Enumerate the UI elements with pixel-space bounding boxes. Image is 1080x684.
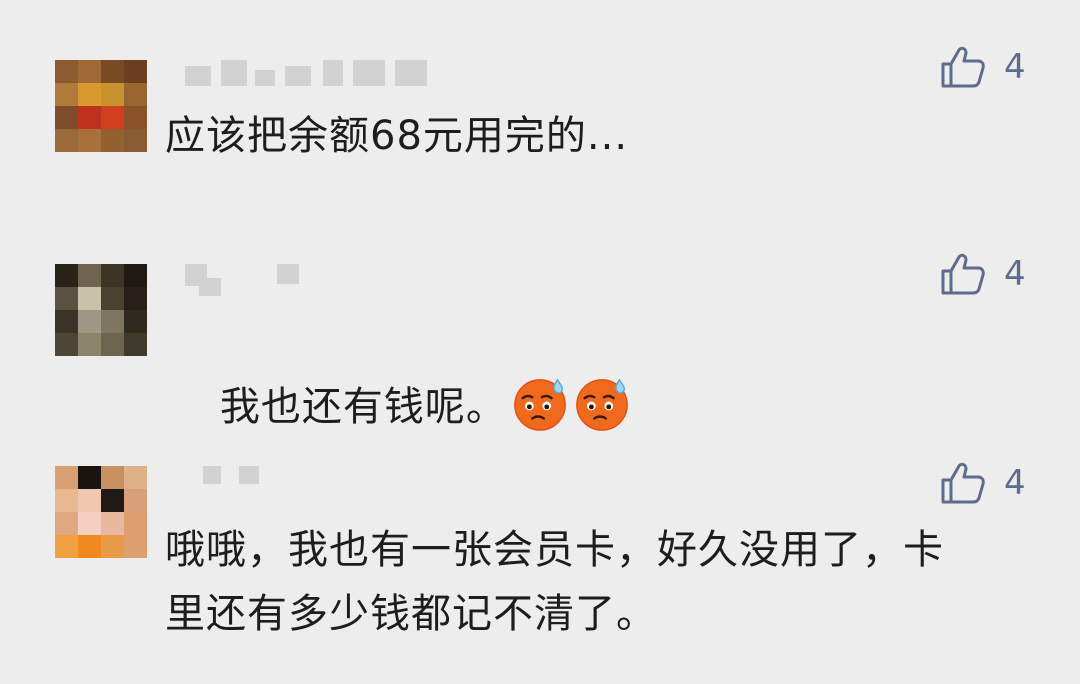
- thumbs-up-icon: [940, 461, 986, 505]
- avatar-pixel: [124, 287, 147, 310]
- nickname-pixelated[interactable]: [185, 60, 445, 86]
- avatar-pixel: [101, 129, 124, 152]
- avatar-pixel: [124, 106, 147, 129]
- nickname-pixelated[interactable]: [185, 466, 445, 492]
- avatar-pixel: [55, 333, 78, 356]
- avatar-pixel: [101, 287, 124, 310]
- avatar-pixel: [124, 83, 147, 106]
- sweat-smile-emoji: [576, 378, 628, 431]
- thumbs-up-icon: [940, 252, 986, 296]
- like-button[interactable]: 4: [940, 460, 1050, 506]
- avatar-pixel: [78, 489, 101, 512]
- avatar-pixel: [124, 60, 147, 83]
- avatar-pixel: [78, 535, 101, 558]
- avatar-pixel: [124, 264, 147, 287]
- avatar-pixel: [101, 535, 124, 558]
- avatar-pixel: [124, 489, 147, 512]
- comment-text-content: 我也还有钱呢。: [219, 384, 507, 430]
- avatar-pixel: [78, 83, 101, 106]
- avatar-pixel: [78, 264, 101, 287]
- like-count: 4: [1004, 47, 1026, 87]
- avatar-pixel: [101, 83, 124, 106]
- avatar-pixel: [55, 106, 78, 129]
- avatar-pixel: [55, 466, 78, 489]
- avatar-pixel: [55, 83, 78, 106]
- avatar-pixel: [55, 535, 78, 558]
- avatar-pixel: [55, 310, 78, 333]
- avatar-pixel: [101, 489, 124, 512]
- avatar-pixel: [78, 287, 101, 310]
- avatar-pixel: [101, 106, 124, 129]
- avatar-pixel: [124, 535, 147, 558]
- avatar-pixel: [124, 310, 147, 333]
- avatar-pixel: [101, 264, 124, 287]
- avatar-pixel: [55, 512, 78, 535]
- comment-text: 应该把余额68元用完的...: [165, 113, 629, 159]
- avatar-pixel: [78, 129, 101, 152]
- avatar-pixel: [124, 333, 147, 356]
- avatar-pixel: [55, 489, 78, 512]
- avatar-pixel: [101, 466, 124, 489]
- like-button[interactable]: 4: [940, 44, 1050, 90]
- avatar-pixel: [78, 106, 101, 129]
- avatar-pixel: [101, 333, 124, 356]
- avatar[interactable]: [55, 466, 147, 558]
- avatar[interactable]: [55, 264, 147, 356]
- avatar-pixel: [78, 466, 101, 489]
- avatar-pixel: [124, 512, 147, 535]
- avatar-pixel: [78, 60, 101, 83]
- avatar-pixel: [124, 466, 147, 489]
- avatar-pixel: [78, 333, 101, 356]
- avatar-pixel: [124, 129, 147, 152]
- avatar-pixel: [78, 512, 101, 535]
- avatar-pixel: [101, 310, 124, 333]
- like-count: 4: [1004, 463, 1026, 503]
- thumbs-up-icon: [940, 45, 986, 89]
- like-button[interactable]: 4: [940, 251, 1050, 297]
- like-count: 4: [1004, 254, 1026, 294]
- avatar-pixel: [55, 129, 78, 152]
- avatar-pixel: [101, 512, 124, 535]
- avatar-pixel: [55, 287, 78, 310]
- avatar-pixel: [55, 264, 78, 287]
- avatar[interactable]: [55, 60, 147, 152]
- avatar-pixel: [55, 60, 78, 83]
- sweat-smile-emoji: [514, 378, 566, 431]
- avatar-pixel: [101, 60, 124, 83]
- comment-text: 哦哦，我也有一张会员卡，好久没用了，卡里还有多少钱都记不清了。: [165, 527, 944, 637]
- nickname-pixelated[interactable]: [185, 264, 445, 296]
- avatar-pixel: [78, 310, 101, 333]
